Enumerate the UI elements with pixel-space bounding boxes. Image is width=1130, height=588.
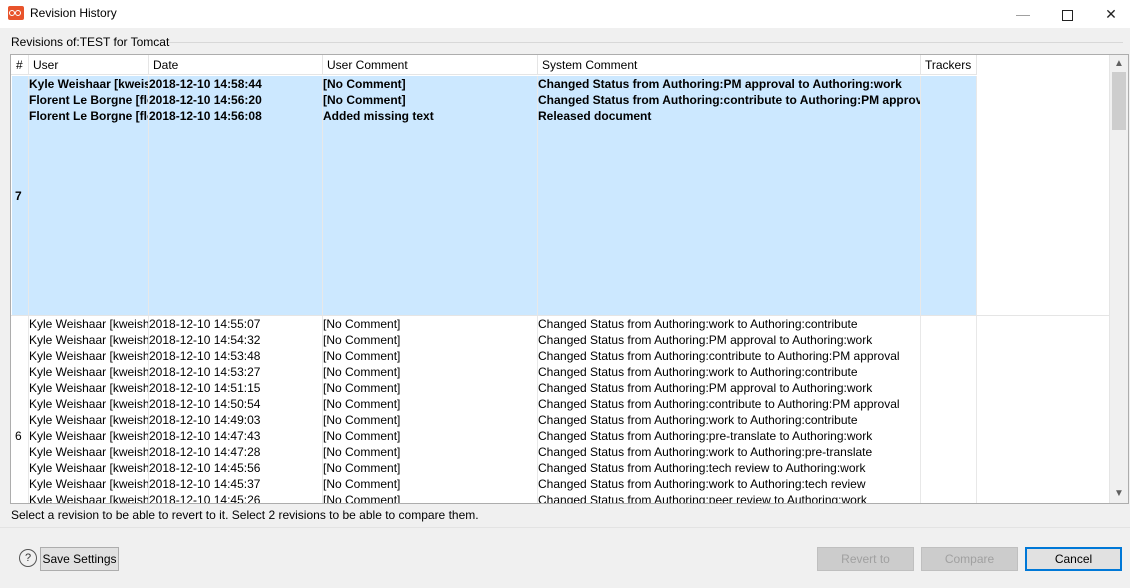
revision-table[interactable]: # User Date User Comment System Comment …	[10, 54, 1129, 504]
cell-user: Kyle Weishaar [kweishaar]	[29, 445, 148, 459]
cell-date: 2018-12-10 14:50:54	[149, 397, 261, 411]
app-icon	[8, 6, 24, 20]
cell-user: Florent Le Borgne [fleborgne]	[29, 93, 148, 107]
revision-number-6: 6	[15, 429, 22, 443]
cell-user: Kyle Weishaar [kweishaar]	[29, 349, 148, 363]
cell-user: Kyle Weishaar [kweishaar]	[29, 365, 148, 379]
cell-system-comment: Changed Status from Authoring:contribute…	[538, 397, 900, 411]
cell-user: Kyle Weishaar [kweishaar]	[29, 333, 148, 347]
cell-user-comment: [No Comment]	[323, 445, 401, 459]
cell-user: Kyle Weishaar [kweishaar]	[29, 493, 148, 504]
save-settings-button[interactable]: Save Settings	[40, 547, 119, 571]
cell-system-comment: Released document	[538, 109, 652, 123]
cell-user-comment: [No Comment]	[323, 317, 401, 331]
cell-user: Kyle Weishaar [kweishaar]	[29, 477, 148, 491]
cell-date: 2018-12-10 14:55:07	[149, 317, 261, 331]
cell-date: 2018-12-10 14:53:48	[149, 349, 261, 363]
cell-system-comment: Changed Status from Authoring:contribute…	[538, 93, 920, 107]
cell-user: Florent Le Borgne [fleborgne]	[29, 109, 148, 123]
cell-system-comment: Changed Status from Authoring:work to Au…	[538, 477, 866, 491]
cell-date: 2018-12-10 14:47:28	[149, 445, 261, 459]
header-user[interactable]: User	[29, 55, 149, 75]
cell-user-comment: [No Comment]	[323, 365, 401, 379]
revisions-group-label: Revisions of:TEST for Tomcat	[11, 35, 170, 49]
cell-user: Kyle Weishaar [kweishaar]	[29, 429, 148, 443]
header-system-comment[interactable]: System Comment	[538, 55, 921, 75]
cell-user: Kyle Weishaar [kweishaar]	[29, 461, 148, 475]
cell-user-comment: [No Comment]	[323, 93, 406, 107]
column-divider	[976, 76, 977, 503]
revision-number-7: 7	[15, 189, 22, 203]
cell-date: 2018-12-10 14:45:37	[149, 477, 261, 491]
cell-user: Kyle Weishaar [kweishaar]	[29, 397, 148, 411]
help-icon[interactable]: ?	[19, 549, 37, 567]
cell-date: 2018-12-10 14:45:26	[149, 493, 261, 504]
cell-user: Kyle Weishaar [kweishaar]	[29, 413, 148, 427]
cell-system-comment: Changed Status from Authoring:PM approva…	[538, 77, 902, 91]
cell-user-comment: [No Comment]	[323, 381, 401, 395]
cell-date: 2018-12-10 14:47:43	[149, 429, 261, 443]
header-date[interactable]: Date	[149, 55, 323, 75]
cell-system-comment: Changed Status from Authoring:PM approva…	[538, 333, 873, 347]
window-title: Revision History	[30, 6, 117, 20]
cell-system-comment: Changed Status from Authoring:pre-transl…	[538, 429, 873, 443]
vertical-scrollbar[interactable]: ▲ ▼	[1109, 55, 1128, 503]
maximize-icon	[1061, 9, 1073, 21]
scrollbar-thumb[interactable]	[1112, 72, 1126, 130]
cell-user-comment: [No Comment]	[323, 413, 401, 427]
cell-user-comment: [No Comment]	[323, 493, 401, 504]
cell-user-comment: [No Comment]	[323, 477, 401, 491]
cell-system-comment: Changed Status from Authoring:work to Au…	[538, 317, 858, 331]
cell-date: 2018-12-10 14:45:56	[149, 461, 261, 475]
cell-date: 2018-12-10 14:56:08	[149, 109, 262, 123]
cell-user-comment: [No Comment]	[323, 429, 401, 443]
cell-system-comment: Changed Status from Authoring:work to Au…	[538, 413, 858, 427]
revert-to-button[interactable]: Revert to	[817, 547, 914, 571]
cell-date: 2018-12-10 14:53:27	[149, 365, 261, 379]
cell-date: 2018-12-10 14:54:32	[149, 333, 261, 347]
title-bar: Revision History — ✕	[0, 0, 1130, 28]
maximize-button[interactable]	[1044, 0, 1090, 28]
cell-user: Kyle Weishaar [kweishaar]	[29, 381, 148, 395]
cell-system-comment: Changed Status from Authoring:peer revie…	[538, 493, 867, 504]
cell-system-comment: Changed Status from Authoring:tech revie…	[538, 461, 866, 475]
minimize-button[interactable]: —	[1000, 0, 1046, 28]
column-divider	[920, 76, 921, 503]
footer-divider	[0, 527, 1130, 528]
cell-date: 2018-12-10 14:56:20	[149, 93, 262, 107]
cell-user-comment: [No Comment]	[323, 349, 401, 363]
group-divider	[168, 42, 1123, 43]
cell-user-comment: [No Comment]	[323, 77, 406, 91]
status-message: Select a revision to be able to revert t…	[11, 508, 479, 522]
cell-user: Kyle Weishaar [kweishaar]	[29, 317, 148, 331]
close-button[interactable]: ✕	[1088, 0, 1130, 28]
scroll-up-icon[interactable]: ▲	[1110, 55, 1128, 72]
cell-user-comment: [No Comment]	[323, 461, 401, 475]
scroll-down-icon[interactable]: ▼	[1110, 485, 1128, 502]
header-number[interactable]: #	[11, 55, 29, 75]
cancel-button[interactable]: Cancel	[1025, 547, 1122, 571]
header-user-comment[interactable]: User Comment	[323, 55, 538, 75]
cell-user-comment: [No Comment]	[323, 397, 401, 411]
cell-date: 2018-12-10 14:51:15	[149, 381, 261, 395]
cell-system-comment: Changed Status from Authoring:work to Au…	[538, 445, 873, 459]
cell-system-comment: Changed Status from Authoring:contribute…	[538, 349, 900, 363]
cell-system-comment: Changed Status from Authoring:PM approva…	[538, 381, 873, 395]
compare-button[interactable]: Compare	[921, 547, 1018, 571]
cell-user-comment: Added missing text	[323, 109, 434, 123]
cell-user-comment: [No Comment]	[323, 333, 401, 347]
cell-date: 2018-12-10 14:58:44	[149, 77, 262, 91]
cell-date: 2018-12-10 14:49:03	[149, 413, 261, 427]
header-trackers[interactable]: Trackers	[921, 55, 977, 75]
cell-user: Kyle Weishaar [kweishaar]	[29, 77, 148, 91]
cell-system-comment: Changed Status from Authoring:work to Au…	[538, 365, 858, 379]
